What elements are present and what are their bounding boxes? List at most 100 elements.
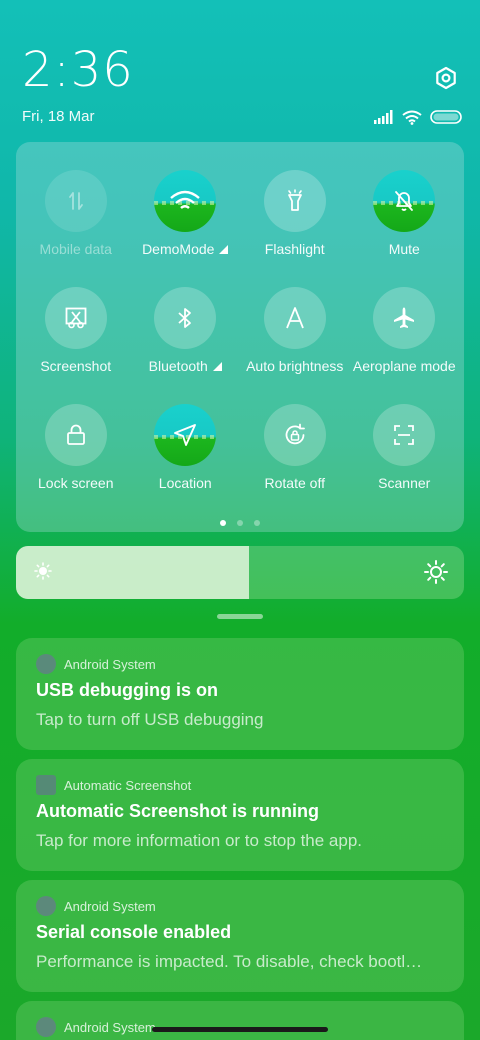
tile-label: Scanner [378, 475, 430, 491]
notification-title: Automatic Screenshot is running [36, 801, 320, 821]
brightness-high-icon [424, 560, 448, 584]
date[interactable]: Fri, 18 Mar [22, 108, 95, 125]
tile-label: Lock screen [38, 475, 113, 491]
expand-indicator-icon[interactable] [212, 361, 222, 371]
brightness-low-icon [34, 562, 52, 580]
notification-text: Tap to turn off USB debugging [36, 710, 264, 729]
tile-flashlight-toggle[interactable] [263, 170, 326, 232]
notification-app-name: Automatic Screenshot [64, 777, 192, 793]
notification-header: Automatic Screenshot [36, 775, 191, 795]
tile-label: Aeroplane mode [353, 358, 456, 374]
tile-label-text: Screenshot [40, 358, 112, 374]
quick-settings-panel: Mobile data DemoMode Flashlight Mute Scr… [16, 142, 464, 532]
screenshot-icon [65, 307, 87, 329]
tile-label-text: Rotate off [264, 475, 325, 491]
notification-title: Serial console enabled [36, 922, 232, 942]
tile-label: Flashlight [265, 241, 325, 257]
tile-label-text: Auto brightness [246, 358, 344, 374]
notification-title: USB debugging is on [36, 680, 218, 700]
tile-scanner[interactable]: Scanner [350, 404, 460, 521]
tile-rotate-off-toggle[interactable] [263, 404, 326, 466]
auto-brightness-icon [285, 307, 304, 329]
tile-lock-screen[interactable]: Lock screen [21, 404, 131, 521]
lock-icon [66, 424, 85, 445]
tile-flashlight[interactable]: Flashlight [240, 170, 350, 287]
signal-icon [374, 110, 393, 124]
tile-mobile-data[interactable]: Mobile data [21, 170, 131, 287]
tile-label: DemoMode [142, 241, 229, 257]
android-system-icon [36, 1017, 56, 1037]
notification-android-system[interactable]: Android System [16, 1001, 464, 1040]
clock[interactable]: 2:36 [22, 46, 134, 94]
tile-mobile-data-toggle[interactable] [44, 170, 107, 232]
notification-automatic-screenshot[interactable]: Automatic Screenshot Automatic Screensho… [16, 759, 464, 871]
settings-button[interactable] [432, 64, 460, 92]
tile-location[interactable]: Location [131, 404, 241, 521]
tile-demomode[interactable]: DemoMode [131, 170, 241, 287]
expand-indicator-icon[interactable] [219, 244, 229, 254]
tile-label: Mute [389, 241, 420, 257]
tile-label-text: Bluetooth [148, 358, 208, 374]
airplane-icon [394, 307, 415, 328]
automatic-screenshot-app-icon [36, 775, 56, 795]
tile-auto-brightness[interactable]: Auto brightness [240, 287, 350, 404]
status-bar-icons [374, 108, 462, 126]
tile-aeroplane-mode-toggle[interactable] [373, 287, 436, 349]
tile-aeroplane-mode[interactable]: Aeroplane mode [350, 287, 460, 404]
notification-header: Android System [36, 1017, 156, 1037]
tile-label: Auto brightness [246, 358, 343, 374]
tile-label-text: Aeroplane mode [352, 358, 456, 374]
tile-label: Screenshot [40, 358, 111, 374]
tile-label-text: Mobile data [39, 241, 112, 257]
wifi-icon [402, 110, 422, 125]
notification-app-name: Android System [64, 1019, 156, 1035]
brightness-slider[interactable] [16, 546, 464, 599]
tile-label-text: Location [158, 475, 212, 491]
tile-label-text: Flashlight [264, 241, 325, 257]
gear-icon [436, 66, 456, 90]
tile-label-text: Scanner [378, 475, 431, 491]
tile-auto-brightness-toggle[interactable] [263, 287, 326, 349]
page-indicator [16, 520, 464, 526]
notification-header: Android System [36, 654, 156, 674]
tile-scanner-toggle[interactable] [373, 404, 436, 466]
android-system-icon [36, 896, 56, 916]
page-dot[interactable] [254, 520, 260, 526]
notification-app-name: Android System [64, 898, 156, 914]
home-indicator[interactable] [152, 1027, 328, 1032]
rotate-lock-icon [285, 423, 305, 445]
tile-label: Mobile data [40, 241, 112, 257]
tile-label-text: Lock screen [38, 475, 114, 491]
bell-off-icon [395, 191, 414, 211]
flashlight-icon [287, 189, 302, 211]
mobile-data-icon [68, 192, 83, 210]
tile-mute[interactable]: Mute [350, 170, 460, 287]
battery-icon [430, 110, 462, 124]
tile-rotate-off[interactable]: Rotate off [240, 404, 350, 521]
tile-bluetooth[interactable]: Bluetooth [131, 287, 241, 404]
scanner-icon [394, 425, 415, 445]
tile-label-text: DemoMode [142, 241, 215, 257]
page-dot[interactable] [237, 520, 243, 526]
location-icon [174, 424, 197, 446]
tile-label: Bluetooth [149, 358, 222, 374]
tile-lock-screen-toggle[interactable] [44, 404, 107, 466]
tile-label: Location [159, 475, 212, 491]
notification-serial-console[interactable]: Android System Serial console enabled Pe… [16, 880, 464, 992]
tile-location-toggle[interactable] [154, 404, 217, 466]
android-system-icon [36, 654, 56, 674]
tile-demomode-toggle[interactable] [154, 170, 217, 232]
tile-screenshot[interactable]: Screenshot [21, 287, 131, 404]
drag-handle[interactable] [217, 614, 263, 619]
page-dot[interactable] [220, 520, 226, 526]
wifi-icon [170, 190, 201, 209]
notification-text: Performance is impacted. To disable, che… [36, 952, 423, 971]
notification-usb-debugging[interactable]: Android System USB debugging is on Tap t… [16, 638, 464, 750]
bluetooth-icon [178, 308, 192, 328]
tile-bluetooth-toggle[interactable] [154, 287, 217, 349]
tile-label: Rotate off [265, 475, 325, 491]
quick-settings-grid: Mobile data DemoMode Flashlight Mute Scr… [16, 170, 469, 521]
notification-app-name: Android System [64, 656, 156, 672]
tile-mute-toggle[interactable] [373, 170, 436, 232]
tile-screenshot-toggle[interactable] [44, 287, 107, 349]
